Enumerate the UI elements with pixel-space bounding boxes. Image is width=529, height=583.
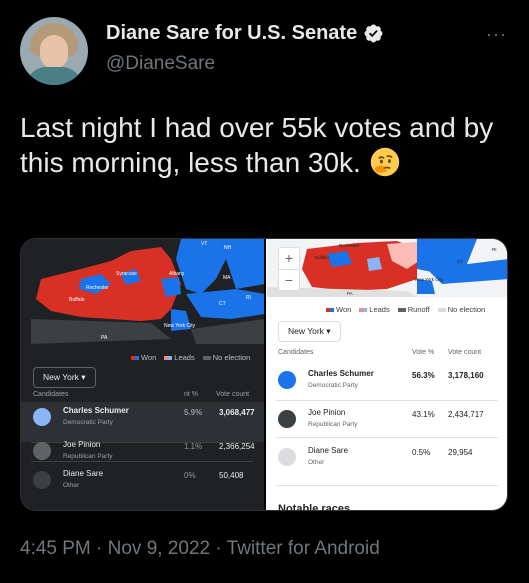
candidate-votes: 29,954 bbox=[448, 448, 473, 457]
left-results-screenshot: VT NH Syracuse Albany MA Rochester RI Bu… bbox=[21, 239, 265, 510]
divider bbox=[31, 461, 253, 462]
candidate-row[interactable]: Joe Pinion Republican Party 43.1% 2,434,… bbox=[266, 404, 507, 444]
tweet-body: Last night I had over 55k votes and by t… bbox=[20, 112, 494, 178]
svg-text:RI: RI bbox=[246, 295, 251, 301]
candidate-pct: 0% bbox=[184, 471, 196, 480]
legend-no-election: No election bbox=[437, 305, 485, 314]
candidates-header: Candidates bbox=[33, 391, 69, 398]
right-legend: Won Leads Runoff No election bbox=[326, 305, 485, 314]
candidate-pct: 56.3% bbox=[412, 371, 435, 380]
tweet-timestamp[interactable]: 4:45 PM · Nov 9, 2022 · Twitter for Andr… bbox=[20, 538, 380, 560]
svg-text:Rochester: Rochester bbox=[339, 243, 360, 248]
candidate-name: Charles Schumer bbox=[308, 369, 374, 378]
legend-won: Won bbox=[326, 305, 351, 314]
candidate-party: Other bbox=[63, 482, 80, 489]
right-map: Rochester Buffalo RI CT New York City PA bbox=[267, 239, 507, 297]
candidate-votes: 50,408 bbox=[219, 471, 244, 480]
candidate-pct: 1.1% bbox=[184, 442, 203, 451]
more-horizontal-icon[interactable]: ··· bbox=[486, 24, 507, 45]
svg-text:VT: VT bbox=[201, 241, 207, 247]
candidate-row[interactable]: Diane Sare Other 0.5% 29,954 bbox=[266, 442, 507, 482]
svg-text:CT: CT bbox=[219, 301, 226, 307]
candidate-votes: 2,434,717 bbox=[448, 410, 484, 419]
candidate-party: Democratic Party bbox=[63, 419, 113, 426]
avatar-shirt bbox=[26, 67, 82, 85]
legend-leads: Leads bbox=[164, 353, 195, 362]
candidate-votes: 2,366,254 bbox=[219, 442, 255, 451]
left-map: VT NH Syracuse Albany MA Rochester RI Bu… bbox=[21, 239, 265, 349]
candidate-photo bbox=[278, 410, 296, 428]
legend-runoff: Runoff bbox=[397, 305, 430, 314]
pct-header: nt % bbox=[184, 391, 199, 398]
candidate-photo bbox=[33, 408, 51, 426]
candidate-name: Charles Schumer bbox=[63, 406, 129, 415]
handle[interactable]: @DianeSare bbox=[106, 53, 215, 75]
display-name[interactable]: Diane Sare for U.S. Senate bbox=[106, 22, 357, 45]
left-legend: Won Leads No election bbox=[131, 353, 250, 362]
candidate-pct: 5.9% bbox=[184, 408, 203, 417]
svg-text:NH: NH bbox=[224, 245, 232, 251]
candidate-name: Joe Pinion bbox=[63, 440, 101, 449]
candidate-photo bbox=[278, 448, 296, 466]
candidate-name: Diane Sare bbox=[308, 446, 349, 455]
svg-text:New York City: New York City bbox=[415, 277, 444, 282]
svg-text:CT: CT bbox=[457, 259, 463, 264]
candidate-votes: 3,068,477 bbox=[219, 408, 255, 417]
candidate-party: Republican Party bbox=[63, 453, 113, 460]
divider bbox=[276, 400, 498, 401]
candidate-pct: 43.1% bbox=[412, 410, 435, 419]
caret-down-icon: ▾ bbox=[81, 372, 86, 382]
state-select[interactable]: New York ▾ bbox=[33, 367, 96, 388]
pct-header: Vote % bbox=[412, 349, 435, 356]
candidate-party: Other bbox=[308, 459, 325, 466]
media-attachment[interactable]: VT NH Syracuse Albany MA Rochester RI Bu… bbox=[20, 238, 508, 511]
divider bbox=[276, 485, 498, 486]
candidate-name: Diane Sare bbox=[63, 469, 104, 478]
avatar[interactable] bbox=[20, 17, 88, 85]
right-results-screenshot: Rochester Buffalo RI CT New York City PA… bbox=[264, 239, 507, 511]
svg-text:RI: RI bbox=[492, 247, 497, 252]
legend-no-election: No election bbox=[202, 353, 250, 362]
legend-won: Won bbox=[131, 353, 156, 362]
thinking-face-emoji bbox=[370, 147, 399, 177]
votes-header: Vote count bbox=[448, 349, 482, 356]
zoom-control: + − bbox=[278, 247, 300, 291]
notable-races-heading: Notable races bbox=[278, 503, 351, 511]
candidate-pct: 0.5% bbox=[412, 448, 431, 457]
candidate-row[interactable]: Diane Sare Other 0% 50,408 bbox=[21, 465, 265, 505]
candidate-party: Democratic Party bbox=[308, 382, 358, 389]
svg-text:MA: MA bbox=[223, 275, 231, 281]
svg-text:PA: PA bbox=[101, 335, 108, 341]
state-select[interactable]: New York ▾ bbox=[278, 321, 341, 342]
divider bbox=[276, 437, 498, 438]
tweet-text: Last night I had over 55k votes and by t… bbox=[20, 110, 510, 180]
verified-badge-icon bbox=[364, 24, 383, 43]
caret-down-icon: ▾ bbox=[326, 326, 331, 336]
svg-text:Syracuse: Syracuse bbox=[116, 271, 137, 277]
candidate-name: Joe Pinion bbox=[308, 408, 346, 417]
avatar-face bbox=[40, 35, 68, 69]
candidates-header: Candidates bbox=[278, 349, 314, 356]
name-row: Diane Sare for U.S. Senate bbox=[106, 22, 384, 45]
candidate-photo bbox=[33, 471, 51, 489]
legend-leads: Leads bbox=[359, 305, 390, 314]
svg-text:PA: PA bbox=[347, 291, 353, 296]
candidate-photo bbox=[278, 371, 296, 389]
zoom-in-button[interactable]: + bbox=[279, 248, 299, 269]
candidate-row[interactable]: Charles Schumer Democratic Party 56.3% 3… bbox=[266, 365, 507, 405]
svg-text:Buffalo: Buffalo bbox=[69, 297, 85, 303]
candidate-photo bbox=[33, 442, 51, 460]
svg-text:Albany: Albany bbox=[169, 271, 185, 277]
svg-text:Buffalo: Buffalo bbox=[315, 255, 329, 260]
zoom-out-button[interactable]: − bbox=[279, 269, 299, 291]
svg-text:Rochester: Rochester bbox=[86, 285, 109, 291]
candidate-party: Republican Party bbox=[308, 421, 358, 428]
votes-header: Vote count bbox=[216, 391, 250, 398]
svg-text:New York City: New York City bbox=[164, 323, 196, 329]
candidate-votes: 3,178,160 bbox=[448, 371, 484, 380]
